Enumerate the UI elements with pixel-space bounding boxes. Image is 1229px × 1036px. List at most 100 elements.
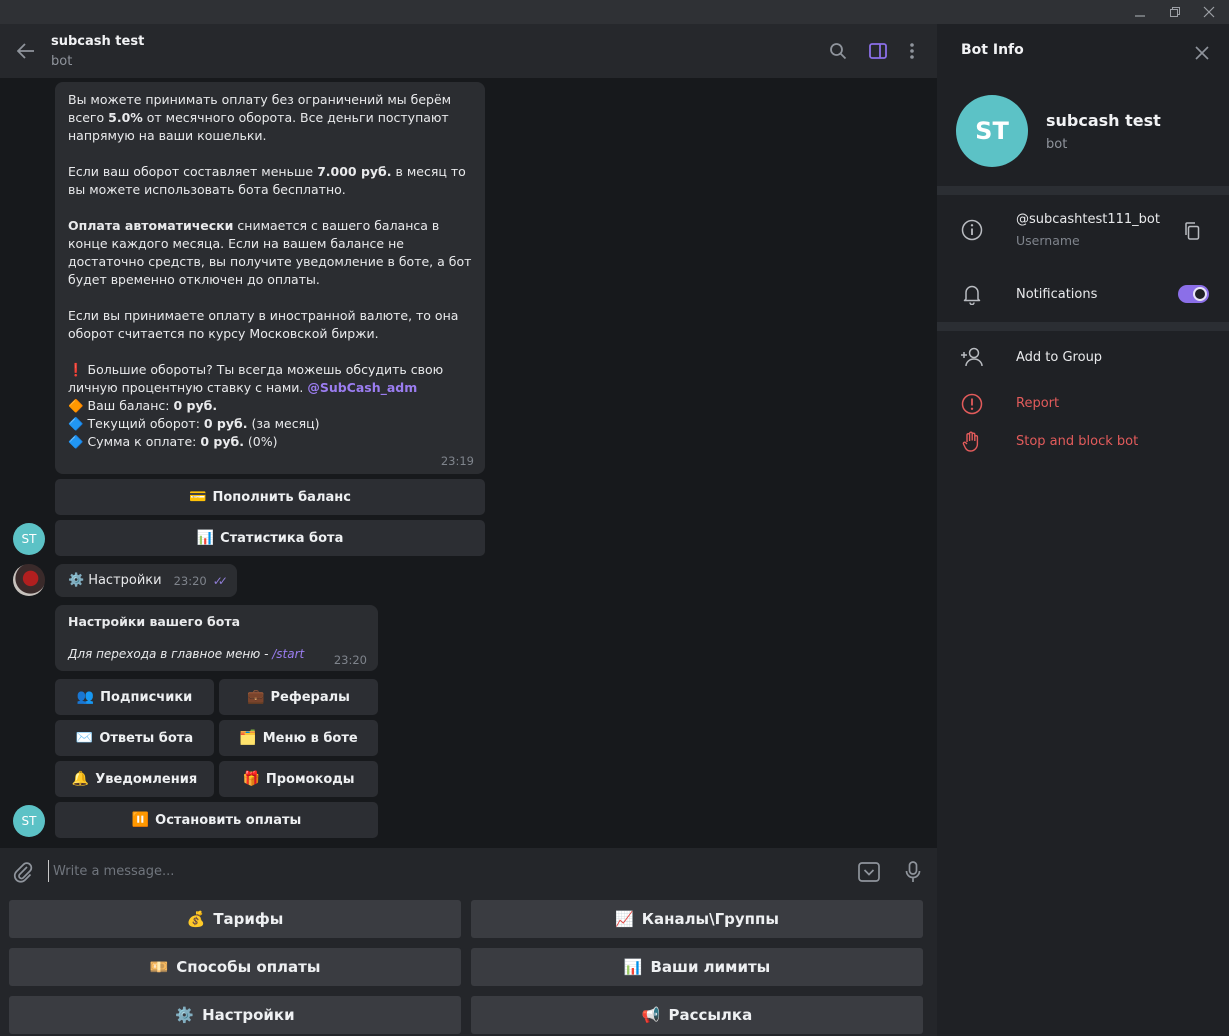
copy-icon [1185, 222, 1200, 240]
inline-button-promocodes[interactable]: 🎁 Промокоды [219, 761, 378, 797]
microphone-icon [905, 861, 921, 882]
info-icon [959, 217, 985, 243]
more-menu-button[interactable] [899, 38, 925, 64]
button-label: Тарифы [213, 910, 284, 928]
button-label: Подписчики [100, 689, 193, 705]
bot-message-settings: Настройки вашего бота Для перехода в гла… [55, 605, 378, 671]
settings-hint: Для перехода в главное меню - /start [68, 647, 365, 661]
search-icon [830, 43, 847, 60]
panel-title: Bot Info [961, 42, 1024, 58]
report-icon [959, 391, 985, 417]
inline-button-bot-menu[interactable]: 🗂️ Меню в боте [219, 720, 378, 756]
bot-profile-avatar[interactable]: ST [956, 95, 1028, 167]
add-to-group-button[interactable]: Add to Group [1016, 350, 1102, 365]
inline-button-stats[interactable]: 📊 Статистика бота [55, 520, 485, 556]
users-icon: 👥 [76, 689, 95, 705]
divider [937, 186, 1229, 195]
bot-avatar[interactable]: ST [13, 805, 45, 837]
divider [937, 322, 1229, 331]
inline-button-notifications[interactable]: 🔔 Уведомления [55, 761, 214, 797]
bell-icon [959, 281, 985, 307]
outgoing-text: Настройки [88, 573, 162, 588]
message-time: 23:20 [333, 653, 367, 667]
voice-button[interactable] [899, 858, 927, 886]
more-vertical-icon [910, 43, 914, 59]
toggle-sidebar-button[interactable] [865, 38, 891, 64]
keyboard-button-payment-methods[interactable]: 💴 Способы оплаты [9, 948, 461, 986]
message-paragraph: Вы можете принимать оплату без ограничен… [68, 91, 472, 145]
turnover-line: 🔷 Текущий оборот: 0 руб. (за месяц) [68, 415, 472, 433]
inline-button-subscribers[interactable]: 👥 Подписчики [55, 679, 214, 715]
button-label: Остановить оплаты [155, 812, 302, 828]
arrow-left-icon [17, 43, 34, 59]
close-panel-button[interactable] [1189, 40, 1215, 66]
chart-up-icon: 📈 [615, 910, 634, 928]
admin-link[interactable]: @SubCash_adm [307, 380, 417, 395]
bell-icon: 🔔 [71, 771, 90, 787]
button-label: Пополнить баланс [212, 489, 351, 505]
button-label: Промокоды [265, 771, 355, 787]
fee-percent: 5.0% [108, 110, 143, 125]
search-button[interactable] [825, 38, 851, 64]
message-list[interactable]: Вы можете принимать оплату без ограничен… [0, 78, 937, 848]
keyboard-toggle-icon [858, 862, 880, 882]
user-avatar[interactable] [13, 564, 45, 596]
button-label: Рефералы [270, 689, 350, 705]
minimize-icon [1135, 15, 1145, 17]
report-button[interactable]: Report [1016, 396, 1059, 411]
free-threshold: 7.000 руб. [317, 164, 392, 179]
due-line: 🔷 Сумма к оплате: 0 руб. (0%) [68, 433, 472, 451]
close-window-button[interactable] [1189, 0, 1229, 24]
message-input[interactable] [48, 860, 838, 882]
inline-button-referrals[interactable]: 💼 Рефералы [219, 679, 378, 715]
start-command-link[interactable]: /start [272, 647, 304, 661]
bot-status: bot [1046, 137, 1068, 152]
due-value: 0 руб. [200, 434, 244, 449]
text: Текущий оборот: [83, 416, 204, 431]
bot-message-tariff: Вы можете принимать оплату без ограничен… [55, 82, 485, 474]
bot-avatar[interactable]: ST [13, 523, 45, 555]
keyboard-button-settings[interactable]: ⚙️ Настройки [9, 996, 461, 1034]
diamond-blue-icon: 🔷 [68, 434, 84, 449]
balance-value: 0 руб. [173, 398, 218, 413]
chat-header: subcash test bot [0, 24, 937, 78]
window-titlebar [0, 0, 1229, 24]
bot-name: subcash test [1046, 111, 1161, 130]
copy-button[interactable] [1179, 218, 1205, 244]
bot-keyboard-button[interactable] [855, 858, 883, 886]
read-ticks-icon: ✓✓ [212, 573, 228, 588]
button-label: Меню в боте [262, 730, 358, 746]
bar-chart-icon: 📊 [196, 530, 215, 546]
notifications-toggle[interactable] [1178, 285, 1209, 303]
back-button[interactable] [12, 38, 40, 64]
keyboard-button-channels[interactable]: 📈 Каналы\Группы [471, 900, 923, 938]
text: Для перехода в главное меню - [68, 647, 273, 661]
close-icon [1195, 46, 1209, 60]
turnover-value: 0 руб. [203, 416, 248, 431]
diamond-blue-icon: 🔷 [68, 416, 84, 431]
stop-and-block-button[interactable]: Stop and block bot [1016, 434, 1138, 449]
add-user-icon [959, 344, 985, 370]
username-value[interactable]: @subcashtest111_bot [1016, 212, 1160, 227]
attach-button[interactable] [9, 858, 37, 886]
inline-button-stop-payments[interactable]: ⏸️ Остановить оплаты [55, 802, 378, 838]
text: Ваш баланс: [83, 398, 174, 413]
button-label: Уведомления [95, 771, 198, 787]
minimize-button[interactable] [1120, 0, 1160, 24]
envelope-icon: ✉️ [75, 730, 94, 746]
keyboard-button-limits[interactable]: 📊 Ваши лимиты [471, 948, 923, 986]
inline-button-bot-replies[interactable]: ✉️ Ответы бота [55, 720, 214, 756]
keyboard-button-tariffs[interactable]: 💰 Тарифы [9, 900, 461, 938]
chat-title[interactable]: subcash test [51, 34, 144, 49]
reply-keyboard: 💰 Тарифы 📈 Каналы\Группы 💴 Способы оплаты 📊… [0, 894, 937, 1036]
gear-icon: ⚙️ [175, 1006, 195, 1024]
inline-button-top-up[interactable]: 💳 Пополнить баланс [55, 479, 485, 515]
keyboard-button-broadcast[interactable]: 📢 Рассылка [471, 996, 923, 1034]
button-label: Ваши лимиты [650, 958, 771, 976]
button-label: Настройки [202, 1006, 295, 1024]
banknote-icon: 💴 [149, 958, 169, 976]
folder-icon: 🗂️ [239, 730, 257, 746]
text: (за месяц) [247, 416, 320, 431]
balance-line: 🔶 Ваш баланс: 0 руб. [68, 397, 472, 415]
pause-icon: ⏸️ [131, 812, 150, 828]
